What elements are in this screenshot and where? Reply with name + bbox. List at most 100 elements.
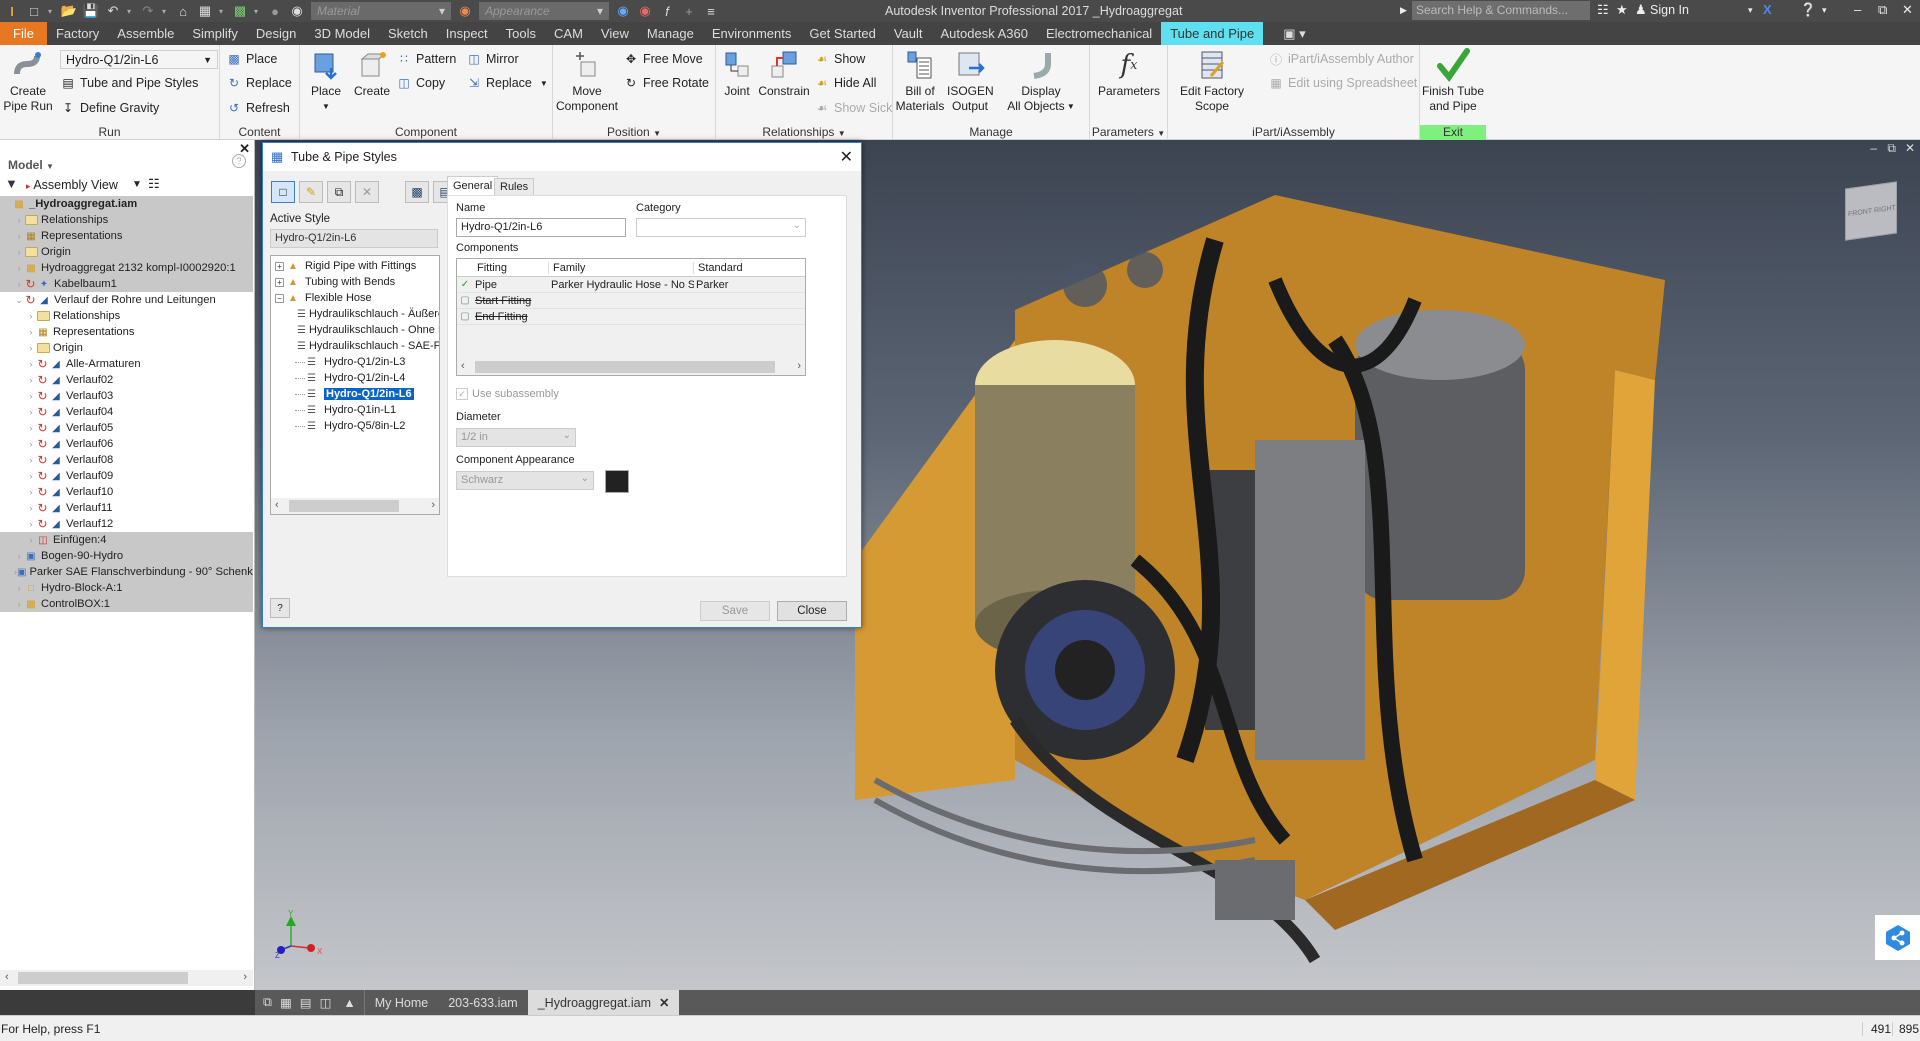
expand-icon[interactable]: › (26, 343, 36, 353)
dialog-help-button[interactable]: ? (270, 598, 290, 618)
copy-style-button[interactable]: ⧉ (327, 181, 351, 203)
doc-tab-my-home[interactable]: My Home (365, 990, 438, 1015)
header-fitting[interactable]: Fitting (473, 261, 549, 274)
appearance-ball-icon[interactable]: ◉ (289, 3, 305, 19)
style-tree-node[interactable]: ☰ Hydro-Q5/8in-L2 (271, 418, 439, 434)
arrange-vertical-icon[interactable]: ◫ (316, 990, 336, 1015)
expand-icon[interactable]: › (26, 375, 36, 385)
mirror-button[interactable]: ◫ Mirror (466, 49, 518, 69)
name-input[interactable]: Hydro-Q1/2in-L6 (456, 218, 626, 237)
components-row[interactable]: ✓ Pipe Parker Hydraulic Hose - No Skiv Park… (457, 277, 805, 293)
browser-node[interactable]: › ↻ ◢ Verlauf05 (0, 420, 253, 436)
component-create-button[interactable]: Create (350, 48, 394, 99)
browser-node[interactable]: › ↻ ✦ Kabelbaum1 (0, 276, 253, 292)
user-icon[interactable]: ♟ (1635, 2, 1647, 18)
home-icon[interactable]: ⌂ (175, 3, 191, 19)
expand-icon[interactable]: › (14, 215, 24, 225)
browser-help-icon[interactable]: ? (232, 154, 246, 168)
scroll-left-icon[interactable]: ‹ (461, 360, 465, 372)
style-tree-node[interactable]: ☰Hydraulikschlauch - Äußeres gerac (271, 306, 439, 322)
checkbox-box[interactable]: ✓ (456, 388, 468, 400)
use-subassembly-checkbox[interactable]: ✓ Use subassembly (456, 388, 559, 400)
expand-icon[interactable]: › (14, 599, 24, 609)
browser-node[interactable]: › ◫ Einfügen:4 (0, 532, 253, 548)
tab-file[interactable]: File (0, 22, 47, 45)
expand-icon[interactable]: › (26, 487, 36, 497)
dialog-title-bar[interactable]: ▦ Tube & Pipe Styles ✕ (263, 143, 861, 171)
scroll-right-icon[interactable]: › (431, 499, 435, 511)
sign-in-link[interactable]: Sign In (1650, 3, 1689, 17)
style-tree-node[interactable]: + ▲ Rigid Pipe with Fittings (271, 258, 439, 274)
color-wheel-icon[interactable]: ◉ (457, 3, 473, 19)
browser-node[interactable]: › ↻ ◢ Verlauf09 (0, 468, 253, 484)
content-refresh-button[interactable]: ↺ Refresh (226, 98, 290, 118)
style-tree-node[interactable]: ☰ Hydro-Q1in-L1 (271, 402, 439, 418)
minimize-icon[interactable]: – (1854, 2, 1861, 17)
expand-icon[interactable]: › (14, 551, 24, 561)
search-help-input[interactable]: Search Help & Commands... (1412, 1, 1590, 20)
expand-icon[interactable]: › (14, 583, 24, 593)
collapse-icon[interactable]: ⌄ (14, 295, 24, 306)
scroll-right-icon[interactable]: › (243, 971, 247, 983)
panel-label-position[interactable]: Position ▼ (553, 125, 715, 140)
style-tree-node[interactable]: ☰ Hydro-Q1/2in-L3 (271, 354, 439, 370)
help-dropdown-icon[interactable]: ▾ (1822, 5, 1827, 16)
close-window-icon[interactable]: ✕ (1902, 2, 1913, 18)
style-tree-node[interactable]: − ▲ Flexible Hose (271, 290, 439, 306)
components-scrollbar[interactable]: ‹ › (457, 359, 805, 375)
arrange-horizontal-icon[interactable]: ▤ (296, 990, 316, 1015)
hide-all-button[interactable]: ☙ Hide All (814, 73, 877, 93)
open-documents-menu-icon[interactable]: ▲ (335, 990, 365, 1015)
panel-label-parameters[interactable]: Parameters ▼ (1090, 125, 1167, 140)
ribbon-display-options-icon[interactable]: ▣ ▾ (1263, 22, 1314, 45)
tab-cam[interactable]: CAM (545, 22, 592, 45)
expand-icon[interactable]: › (14, 263, 24, 273)
browser-node[interactable]: › Origin (0, 244, 253, 260)
redo-dropdown-icon[interactable]: ▾ (162, 7, 169, 16)
tab-sketch[interactable]: Sketch (379, 22, 437, 45)
parameters-button[interactable]: fx Parameters (1092, 48, 1166, 99)
browser-node[interactable]: › ↻ ◢ Verlauf12 (0, 516, 253, 532)
clear-appearance-icon[interactable]: ◉ (637, 3, 653, 19)
tab-general[interactable]: General (447, 176, 499, 196)
edit-factory-scope-button[interactable]: Edit Factory Scope (1174, 48, 1250, 114)
browser-node[interactable]: › ↻ ◢ Verlauf10 (0, 484, 253, 500)
scroll-thumb[interactable] (289, 500, 399, 512)
expand-icon[interactable]: › (14, 247, 24, 257)
expand-icon[interactable]: › (26, 407, 36, 417)
customize-qat-icon[interactable]: ≡ (703, 3, 719, 19)
tab-vault[interactable]: Vault (885, 22, 932, 45)
browser-node[interactable]: › ▦ Representations (0, 324, 253, 340)
expand-icon[interactable]: › (26, 327, 36, 337)
expand-icon[interactable]: › (26, 519, 36, 529)
new-style-button[interactable]: □ (271, 181, 295, 203)
expand-icon[interactable]: › (26, 503, 36, 513)
browser-node[interactable]: › ↻ ◢ Verlauf08 (0, 452, 253, 468)
select-dropdown-icon[interactable]: ▾ (254, 7, 261, 16)
viewcube[interactable]: FRONT RIGHT (1845, 181, 1897, 241)
bill-of-materials-button[interactable]: Bill of Materials (895, 48, 945, 114)
expand-icon[interactable]: › (26, 471, 36, 481)
viewport-restore-icon[interactable]: ⧉ (1887, 141, 1896, 156)
components-row[interactable]: ▢ Start Fitting (457, 293, 805, 309)
header-family[interactable]: Family (549, 261, 694, 274)
expand-icon[interactable]: › (26, 535, 36, 545)
scroll-thumb[interactable] (475, 361, 775, 373)
tab-tube-and-pipe[interactable]: Tube and Pipe (1161, 22, 1264, 45)
sign-in-dropdown-icon[interactable]: ▾ (1748, 5, 1753, 16)
browser-node[interactable]: › ↻ ◢ Alle-Armaturen (0, 356, 253, 372)
free-rotate-button[interactable]: ↻ Free Rotate (623, 73, 709, 93)
scroll-right-icon[interactable]: › (797, 360, 801, 372)
doc-tab-hydroaggregat[interactable]: _Hydroaggregat.iam ✕ (527, 990, 680, 1015)
measure-icon[interactable]: ● (267, 3, 283, 19)
fx-icon[interactable]: f (659, 3, 675, 19)
style-tree-node[interactable]: ☰ Hydro-Q1/2in-L4 (271, 370, 439, 386)
browser-node[interactable]: › □ Hydro-Block-A:1 (0, 580, 253, 596)
browser-node[interactable]: ▩ _Hydroaggregat.iam (0, 196, 253, 212)
share-design-button[interactable] (1875, 915, 1920, 960)
find-binoculars-icon[interactable]: ☷ (148, 176, 160, 192)
tab-assemble[interactable]: Assemble (108, 22, 183, 45)
browser-node[interactable]: › ↻ ◢ Verlauf02 (0, 372, 253, 388)
tab-tools[interactable]: Tools (497, 22, 545, 45)
tab-electromechanical[interactable]: Electromechanical (1037, 22, 1161, 45)
